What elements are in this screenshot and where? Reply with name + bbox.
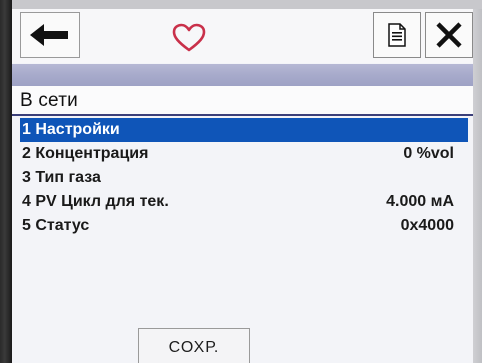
menu-item-label: 5 Статус (22, 217, 90, 234)
menu-item-concentration[interactable]: 2 Концентрация 0 %vol (20, 142, 468, 166)
menu-item-value: 0 %vol (403, 145, 454, 162)
menu-item-settings[interactable]: 1 Настройки (20, 118, 468, 142)
menu-item-value: 0x4000 (400, 217, 454, 234)
header-band (12, 64, 473, 86)
menu-item-label: 4 PV Цикл для тек. (22, 193, 169, 210)
save-button[interactable]: СОХР. (138, 328, 250, 363)
heart-icon[interactable] (172, 23, 206, 53)
close-button[interactable] (425, 12, 473, 58)
menu-item-status[interactable]: 5 Статус 0x4000 (20, 214, 468, 238)
menu-item-gas-type[interactable]: 3 Тип газа (20, 166, 468, 190)
close-x-icon (436, 22, 462, 48)
connection-status: В сети (20, 90, 78, 111)
toolbar (12, 9, 473, 63)
status-strip: В сети (12, 86, 473, 116)
menu-item-label: 1 Настройки (22, 121, 120, 138)
menu-item-label: 3 Тип газа (22, 169, 101, 186)
arrow-left-icon (30, 24, 68, 46)
back-button[interactable] (20, 12, 80, 58)
menu-list: 1 Настройки 2 Концентрация 0 %vol 3 Тип … (20, 118, 468, 238)
right-bezel (473, 9, 482, 363)
menu-item-value: 4.000 мА (386, 193, 454, 210)
left-bezel (0, 0, 12, 363)
document-icon (388, 23, 406, 47)
device-screen: В сети 1 Настройки 2 Концентрация 0 %vol… (0, 0, 482, 363)
menu-item-label: 2 Концентрация (22, 145, 149, 162)
document-button[interactable] (373, 12, 421, 58)
top-bezel (0, 0, 482, 9)
menu-item-pv-loop[interactable]: 4 PV Цикл для тек. 4.000 мА (20, 190, 468, 214)
